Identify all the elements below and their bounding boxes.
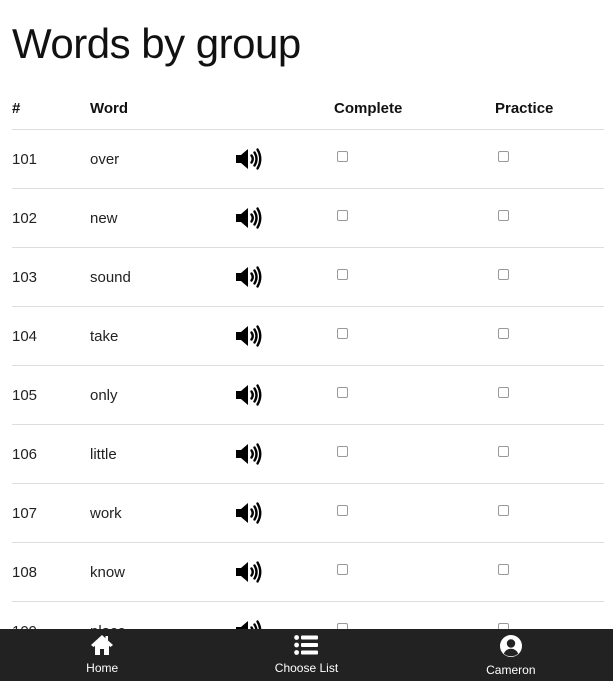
home-icon (91, 635, 114, 655)
table-row: 107 work (12, 483, 604, 543)
word-text: take (90, 306, 235, 366)
audio-cell (235, 247, 334, 307)
words-table: # Word Complete Practice 101 over 102 ne… (12, 88, 604, 629)
practice-cell (495, 247, 604, 307)
audio-cell (235, 129, 334, 189)
practice-checkbox[interactable] (498, 505, 509, 517)
nav-user[interactable]: Cameron (409, 629, 613, 681)
speaker-icon[interactable] (235, 500, 265, 526)
table-row: 104 take (12, 306, 604, 366)
complete-checkbox[interactable] (337, 269, 348, 281)
complete-cell (334, 424, 495, 484)
complete-cell (334, 188, 495, 248)
speaker-icon[interactable] (235, 264, 265, 290)
header-word: Word (90, 88, 235, 130)
word-number: 103 (12, 247, 90, 307)
complete-cell (334, 601, 495, 629)
word-text: only (90, 365, 235, 425)
complete-checkbox[interactable] (337, 328, 348, 340)
word-number: 108 (12, 542, 90, 602)
practice-cell (495, 306, 604, 366)
word-number: 102 (12, 188, 90, 248)
nav-home-label: Home (86, 661, 119, 675)
bottom-nav: Home Choose List Cameron (0, 629, 613, 681)
audio-cell (235, 483, 334, 543)
header-complete: Complete (334, 88, 495, 130)
speaker-icon[interactable] (235, 441, 265, 467)
complete-cell (334, 365, 495, 425)
practice-checkbox[interactable] (498, 328, 509, 340)
nav-user-label: Cameron (486, 663, 536, 677)
header-practice: Practice (495, 88, 604, 130)
practice-cell (495, 483, 604, 543)
word-text: little (90, 424, 235, 484)
audio-cell (235, 365, 334, 425)
table-row: 106 little (12, 424, 604, 484)
user-circle-icon (499, 635, 522, 657)
audio-cell (235, 188, 334, 248)
word-text: know (90, 542, 235, 602)
complete-cell (334, 483, 495, 543)
word-number: 107 (12, 483, 90, 543)
list-icon (294, 635, 319, 655)
table-row: 102 new (12, 188, 604, 248)
complete-checkbox[interactable] (337, 387, 348, 399)
speaker-icon[interactable] (235, 618, 265, 629)
audio-cell (235, 601, 334, 629)
practice-cell (495, 129, 604, 189)
table-header-row: # Word Complete Practice (12, 88, 604, 130)
practice-cell (495, 188, 604, 248)
page-title: Words by group (12, 20, 301, 67)
speaker-icon[interactable] (235, 146, 265, 172)
practice-checkbox[interactable] (498, 269, 509, 281)
table-row: 108 know (12, 542, 604, 602)
word-number: 109 (12, 601, 90, 629)
nav-choose-list-label: Choose List (274, 661, 339, 675)
word-text: sound (90, 247, 235, 307)
practice-cell (495, 542, 604, 602)
words-table-container: # Word Complete Practice 101 over 102 ne… (12, 88, 604, 629)
speaker-icon[interactable] (235, 323, 265, 349)
speaker-icon[interactable] (235, 559, 265, 585)
practice-cell (495, 365, 604, 425)
table-body: 101 over 102 new 103 sound 104 take 105 … (12, 129, 604, 629)
complete-cell (334, 129, 495, 189)
table-row: 103 sound (12, 247, 604, 307)
practice-checkbox[interactable] (498, 387, 509, 399)
practice-checkbox[interactable] (498, 564, 509, 576)
word-text: new (90, 188, 235, 248)
word-number: 104 (12, 306, 90, 366)
nav-home[interactable]: Home (0, 629, 204, 681)
speaker-icon[interactable] (235, 382, 265, 408)
header-audio (235, 88, 334, 130)
table-row: 109 place (12, 601, 604, 629)
complete-checkbox[interactable] (337, 151, 348, 163)
practice-checkbox[interactable] (498, 151, 509, 163)
word-text: over (90, 129, 235, 189)
complete-checkbox[interactable] (337, 505, 348, 517)
nav-choose-list[interactable]: Choose List (204, 629, 408, 681)
word-number: 106 (12, 424, 90, 484)
complete-checkbox[interactable] (337, 446, 348, 458)
word-text: work (90, 483, 235, 543)
practice-checkbox[interactable] (498, 210, 509, 222)
word-number: 101 (12, 129, 90, 189)
table-row: 101 over (12, 129, 604, 189)
complete-cell (334, 306, 495, 366)
word-number: 105 (12, 365, 90, 425)
audio-cell (235, 306, 334, 366)
complete-checkbox[interactable] (337, 210, 348, 222)
audio-cell (235, 424, 334, 484)
table-row: 105 only (12, 365, 604, 425)
speaker-icon[interactable] (235, 205, 265, 231)
word-text: place (90, 601, 235, 629)
complete-cell (334, 542, 495, 602)
complete-checkbox[interactable] (337, 564, 348, 576)
practice-cell (495, 601, 604, 629)
audio-cell (235, 542, 334, 602)
header-number: # (12, 88, 90, 130)
complete-cell (334, 247, 495, 307)
practice-checkbox[interactable] (498, 446, 509, 458)
practice-cell (495, 424, 604, 484)
